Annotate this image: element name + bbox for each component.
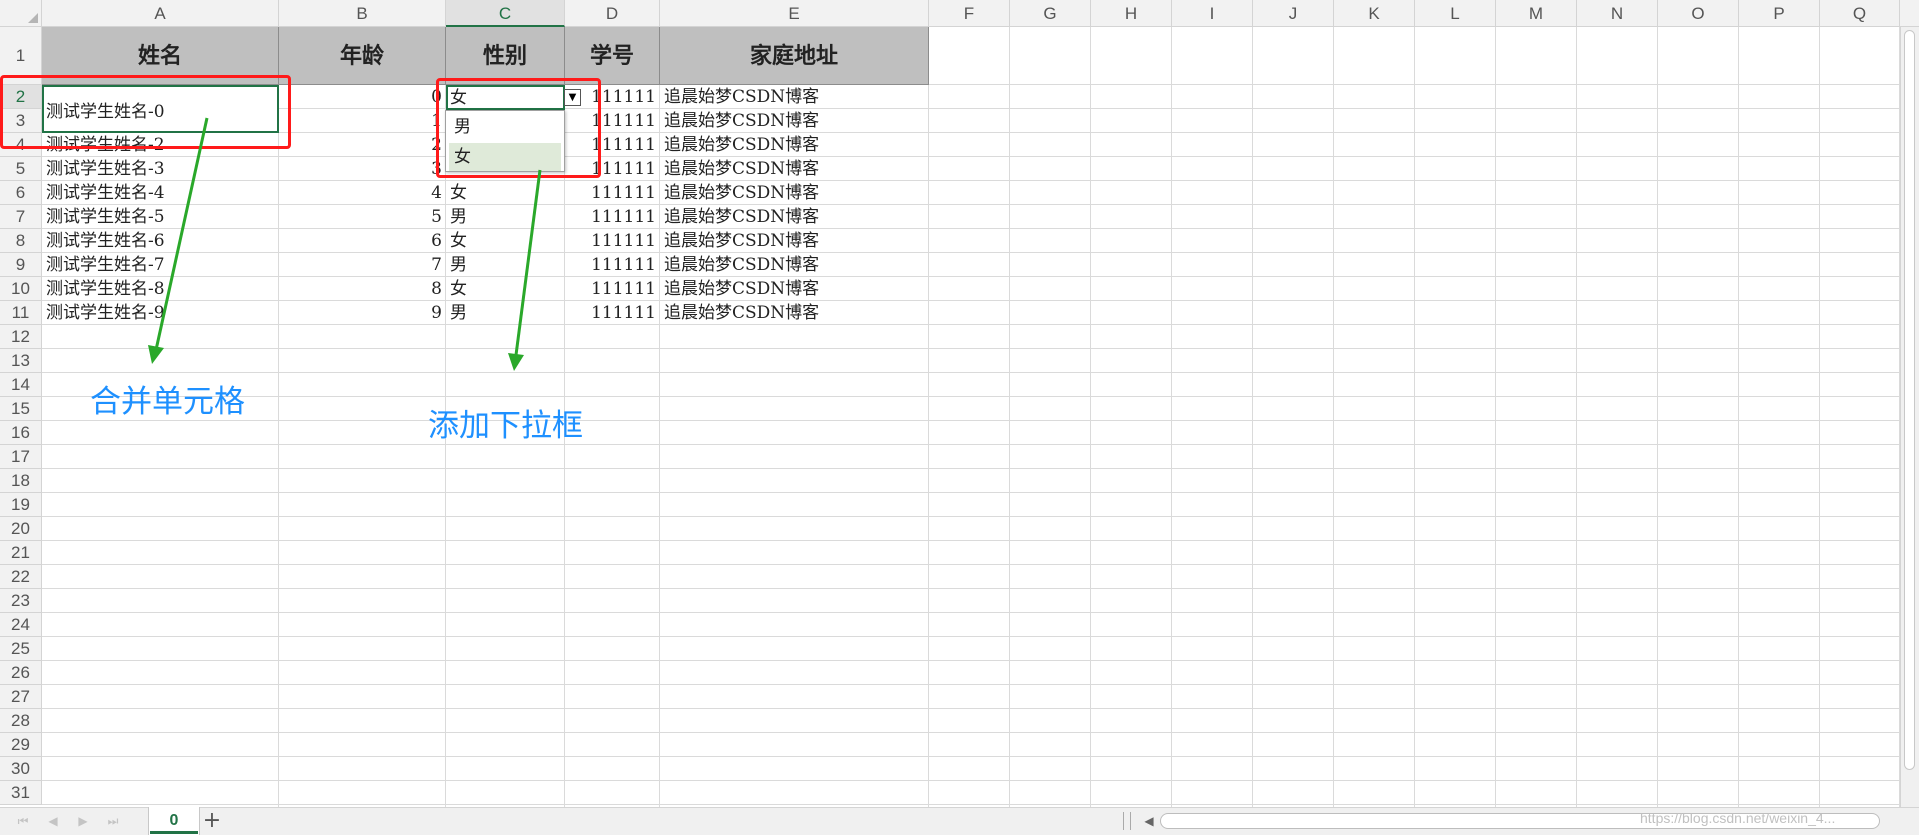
column-header-o[interactable]: O xyxy=(1658,0,1739,27)
split-handle-icon[interactable] xyxy=(1123,812,1131,830)
grid-hline xyxy=(42,588,1900,589)
column-header-e[interactable]: E xyxy=(660,0,929,27)
row-header-18[interactable]: 18 xyxy=(0,469,42,493)
first-sheet-icon[interactable]: ⏮ xyxy=(14,807,32,835)
grid-hline xyxy=(42,564,1900,565)
column-header-l[interactable]: L xyxy=(1415,0,1496,27)
vertical-scrollbar-thumb[interactable] xyxy=(1904,30,1915,770)
row-header-16[interactable]: 16 xyxy=(0,421,42,445)
grid-vline xyxy=(1495,27,1496,807)
merge-arrow-line xyxy=(154,117,209,351)
row-header-22[interactable]: 22 xyxy=(0,565,42,589)
grid-hline xyxy=(42,468,1900,469)
header-address[interactable]: 家庭地址 xyxy=(660,27,929,85)
grid-hline xyxy=(42,636,1900,637)
grid-vline xyxy=(1657,27,1658,807)
row-header-17[interactable]: 17 xyxy=(0,445,42,469)
grid-hline xyxy=(42,612,1900,613)
cell-address[interactable]: 追晨始梦CSDN博客 xyxy=(664,133,928,157)
grid-vline xyxy=(1333,27,1334,807)
row-header-20[interactable]: 20 xyxy=(0,517,42,541)
grid-vline xyxy=(1819,27,1820,807)
grid-hline xyxy=(42,684,1900,685)
grid-hline xyxy=(42,420,1900,421)
grid-hline xyxy=(42,804,1900,805)
row-header-28[interactable]: 28 xyxy=(0,709,42,733)
column-header-g[interactable]: G xyxy=(1010,0,1091,27)
grid-vline xyxy=(1009,27,1010,807)
grid-hline xyxy=(42,708,1900,709)
grid-hline xyxy=(42,756,1900,757)
row-header-24[interactable]: 24 xyxy=(0,613,42,637)
column-header-q[interactable]: Q xyxy=(1820,0,1900,27)
row-header-19[interactable]: 19 xyxy=(0,493,42,517)
cell-address[interactable]: 追晨始梦CSDN博客 xyxy=(664,277,928,301)
row-header-23[interactable]: 23 xyxy=(0,589,42,613)
cell-address[interactable]: 追晨始梦CSDN博客 xyxy=(664,301,928,325)
column-header-p[interactable]: P xyxy=(1739,0,1820,27)
cell-address[interactable]: 追晨始梦CSDN博客 xyxy=(664,157,928,181)
grid-hline xyxy=(42,444,1900,445)
annotation-arrows xyxy=(148,117,542,371)
merge-arrow-head xyxy=(148,345,164,364)
grid-vline xyxy=(1738,27,1739,807)
grid-hline xyxy=(42,660,1900,661)
dropdown-annotation-label: 添加下拉框 xyxy=(428,408,583,444)
dropdown-arrow-head xyxy=(508,353,524,371)
column-header-f[interactable]: F xyxy=(929,0,1010,27)
dropdown-arrow-line xyxy=(514,169,542,356)
grid-vline xyxy=(928,27,929,807)
watermark-text: https://blog.csdn.net/weixin_4... xyxy=(1640,810,1836,826)
add-sheet-icon[interactable]: + xyxy=(200,807,224,835)
row-header-29[interactable]: 29 xyxy=(0,733,42,757)
row-header-21[interactable]: 21 xyxy=(0,541,42,565)
merge-annotation-label: 合并单元格 xyxy=(90,384,245,420)
grid-hline xyxy=(42,516,1900,517)
next-sheet-icon[interactable]: ▶ xyxy=(74,807,92,835)
column-header-k[interactable]: K xyxy=(1334,0,1415,27)
cell-address[interactable]: 追晨始梦CSDN博客 xyxy=(664,253,928,277)
grid-hline xyxy=(42,780,1900,781)
grid-vline xyxy=(1576,27,1577,807)
cell-address[interactable]: 追晨始梦CSDN博客 xyxy=(664,205,928,229)
column-header-n[interactable]: N xyxy=(1577,0,1658,27)
cell-address[interactable]: 追晨始梦CSDN博客 xyxy=(664,109,928,133)
grid-hline xyxy=(42,732,1900,733)
last-sheet-icon[interactable]: ⏭ xyxy=(104,807,122,835)
column-header-m[interactable]: M xyxy=(1496,0,1577,27)
column-header-j[interactable]: J xyxy=(1253,0,1334,27)
row-header-27[interactable]: 27 xyxy=(0,685,42,709)
row-header-25[interactable]: 25 xyxy=(0,637,42,661)
grid-hline xyxy=(42,492,1900,493)
grid-vline xyxy=(1171,27,1172,807)
row-header-30[interactable]: 30 xyxy=(0,757,42,781)
prev-sheet-icon[interactable]: ◀ xyxy=(44,807,62,835)
row-header-26[interactable]: 26 xyxy=(0,661,42,685)
sheet-tab-active-indicator xyxy=(150,831,198,834)
row-header-15[interactable]: 15 xyxy=(0,397,42,421)
scroll-left-icon[interactable]: ◀ xyxy=(1140,807,1158,835)
grid-vline xyxy=(1252,27,1253,807)
grid-hline xyxy=(42,540,1900,541)
column-header-i[interactable]: I xyxy=(1172,0,1253,27)
cell-address[interactable]: 追晨始梦CSDN博客 xyxy=(664,85,928,109)
grid-vline xyxy=(1090,27,1091,807)
grid-vline xyxy=(1414,27,1415,807)
cell-address[interactable]: 追晨始梦CSDN博客 xyxy=(664,181,928,205)
row-header-31[interactable]: 31 xyxy=(0,781,42,805)
cell-address[interactable]: 追晨始梦CSDN博客 xyxy=(664,229,928,253)
column-header-h[interactable]: H xyxy=(1091,0,1172,27)
